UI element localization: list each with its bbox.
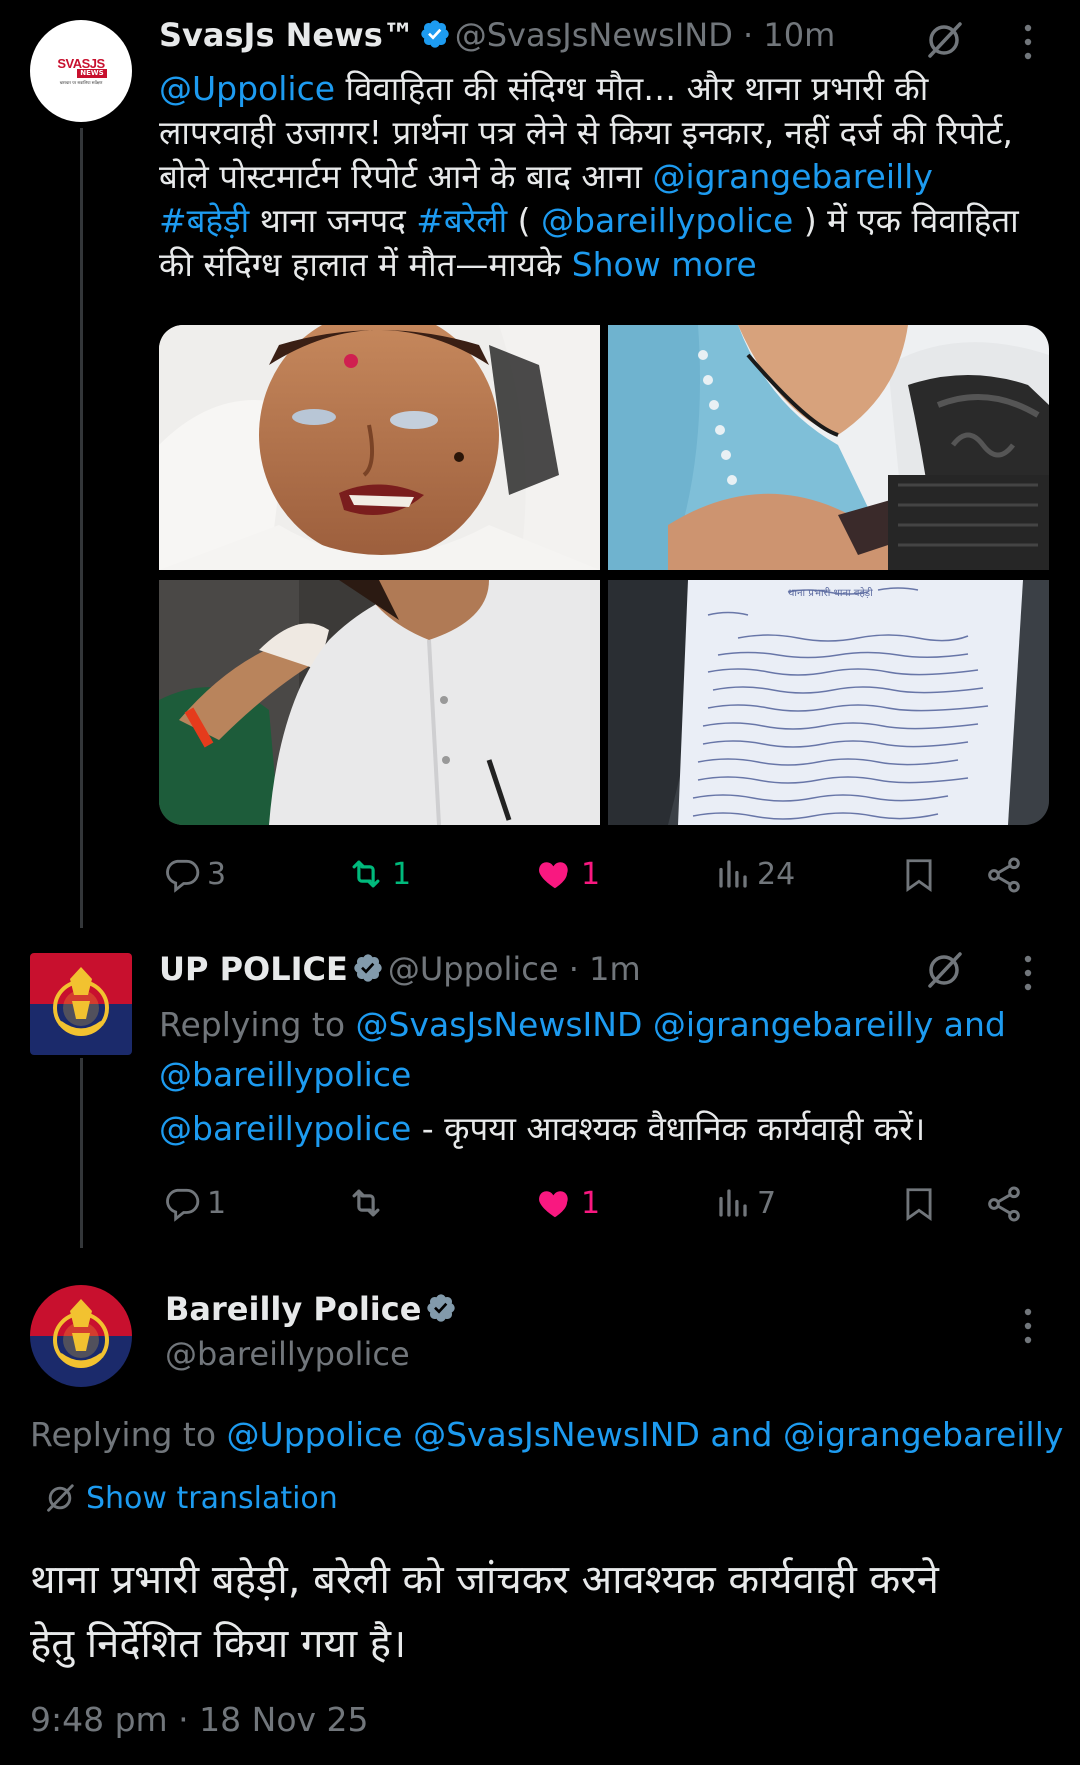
media-image-1[interactable] [159,325,600,570]
like-count: 1 [581,856,601,892]
avatar-logo-tagline: भ्रष्टाचार पर सवालिया सर्वेक्षण [59,79,103,85]
tweet-text-line: ) में एक विवाहिता [793,201,1019,240]
tweet-text-line: लापरवाही उजागर! प्रार्थना पत्र लेने से क… [159,113,1013,152]
views-count: 7 [757,1185,777,1221]
display-name[interactable]: SvasJs News™ [159,16,415,54]
reply-button[interactable]: 1 [163,1184,226,1222]
like-icon [539,862,568,889]
display-name[interactable]: UP POLICE [159,950,348,988]
reply-count: 1 [207,1185,227,1221]
show-more-link[interactable]: Show more [572,245,757,284]
tweet-text-line: की संदिग्ध हालात में मौत—मायके [159,245,572,284]
replying-to: Replying to @Uppolice @SvasJsNewsIND and… [30,1410,1080,1460]
mention-link[interactable]: @SvasJsNewsIND [403,1415,700,1454]
like-button[interactable]: 1 [535,1184,600,1222]
media-grid: थाना प्रभारी थाना बहेड़ी [159,325,1049,825]
translate-icon [47,1484,74,1512]
replying-prefix: Replying to [159,1005,356,1044]
tweet-body: थाना प्रभारी बहेड़ी, बरेली को जांचकर आवश… [30,1548,1070,1676]
views-icon [719,860,747,888]
thread-line [80,1058,83,1248]
mention-link[interactable]: @igrangebareilly [652,157,932,196]
like-button[interactable]: 1 [535,855,600,893]
tweet-timestamp[interactable]: 9:48 pm · 18 Nov 25 [30,1700,369,1739]
media-image-2[interactable] [608,325,1049,570]
repost-count: 1 [392,856,412,892]
tweet-header: SvasJs News™ @SvasJsNewsIND · 10m [159,16,836,54]
views-icon [719,1189,747,1217]
thread-line [80,128,83,928]
share-icon[interactable] [984,854,1024,896]
tweet-time[interactable]: 1m [589,950,641,988]
more-icon[interactable] [1020,22,1036,62]
views-button[interactable]: 24 [715,855,795,893]
note-header: थाना प्रभारी थाना बहेड़ी [788,587,873,599]
views-button[interactable]: 7 [715,1184,776,1222]
mention-link[interactable]: @bareillypolice [159,1109,411,1148]
reply-count: 3 [207,856,227,892]
tweet-text-line: थाना जनपद [249,201,417,240]
bookmark-icon[interactable] [900,1183,938,1225]
mention-link[interactable]: @Uppolice [227,1415,403,1454]
replying-prefix: Replying to [30,1415,227,1454]
show-translation-button[interactable]: Show translation [42,1480,338,1516]
mention-link[interactable]: @bareillypolice [541,201,793,240]
replying-to: Replying to @SvasJsNewsIND @igrangebarei… [159,1000,1059,1100]
media-image-3[interactable] [159,580,600,825]
tweet-text-line: बोले पोस्टमार्टम रिपोर्ट आने के बाद आना [159,157,653,196]
tweet-text-line: - कृपया आवश्यक वैधानिक कार्यवाही करें। [411,1109,926,1148]
tweet-header: Bareilly Police [165,1290,461,1328]
tweet-body: @Uppolice विवाहिता की संदिग्ध मौत… और था… [159,67,1059,287]
mention-link[interactable]: @Uppolice [159,69,335,108]
verified-badge-icon [427,1294,456,1322]
reply-icon [166,859,200,893]
avatar-svasjs-news[interactable]: SVASJS NEWS भ्रष्टाचार पर सवालिया सर्वेक… [30,20,132,122]
reply-icon [166,1188,200,1222]
reply-button[interactable]: 3 [163,855,226,893]
handle[interactable]: @SvasJsNewsIND [455,16,733,54]
repost-icon [352,860,380,888]
bookmark-icon[interactable] [900,854,938,896]
mention-link[interactable]: @igrangebareilly [642,1005,933,1044]
display-name[interactable]: Bareilly Police [165,1290,421,1328]
media-image-4[interactable]: थाना प्रभारी थाना बहेड़ी [608,580,1049,825]
avatar-logo-news: NEWS [77,68,107,78]
grok-icon[interactable] [922,18,966,62]
tweet-body: @bareillypolice - कृपया आवश्यक वैधानिक क… [159,1107,1059,1151]
avatar-up-police[interactable] [30,953,132,1055]
police-emblem-icon [30,953,132,1055]
tweet-text-line: विवाहिता की संदिग्ध मौत… और थाना प्रभारी… [335,69,929,108]
like-count: 1 [581,1185,601,1221]
views-count: 24 [757,856,796,892]
more-icon[interactable] [1020,1306,1036,1346]
verified-badge-icon [354,954,382,982]
handle[interactable]: @Uppolice [388,950,559,988]
like-icon [539,1191,568,1218]
tweet-header: UP POLICE @Uppolice · 1m [159,950,641,988]
show-translation-label: Show translation [86,1480,338,1516]
mention-link[interactable]: @bareillypolice [159,1055,411,1094]
mention-link[interactable]: @igrangebareilly [783,1415,1063,1454]
tweet-text-line: हेतु निर्देशित किया गया है। [30,1621,407,1667]
tweet-time[interactable]: 10m [763,16,835,54]
hashtag-link[interactable]: #बरेली [416,201,507,240]
repost-icon [352,1189,380,1217]
grok-icon[interactable] [922,948,966,992]
repost-button[interactable]: 1 [346,855,411,893]
avatar-bareilly-police[interactable] [30,1285,132,1387]
tweet-text-line: ( [507,201,542,240]
handle[interactable]: @bareillypolice [165,1335,410,1373]
share-icon[interactable] [984,1183,1024,1225]
mention-link[interactable]: @SvasJsNewsIND [356,1005,643,1044]
verified-badge-icon [421,20,449,48]
hashtag-link[interactable]: #बहेड़ी [159,201,249,240]
repost-button[interactable] [346,1184,392,1222]
police-emblem-icon [30,1285,132,1387]
tweet-text-line: थाना प्रभारी बहेड़ी, बरेली को जांचकर आवश… [30,1557,939,1603]
more-icon[interactable] [1020,953,1036,993]
replying-and: and [933,1005,1006,1044]
replying-and: and [699,1415,783,1454]
